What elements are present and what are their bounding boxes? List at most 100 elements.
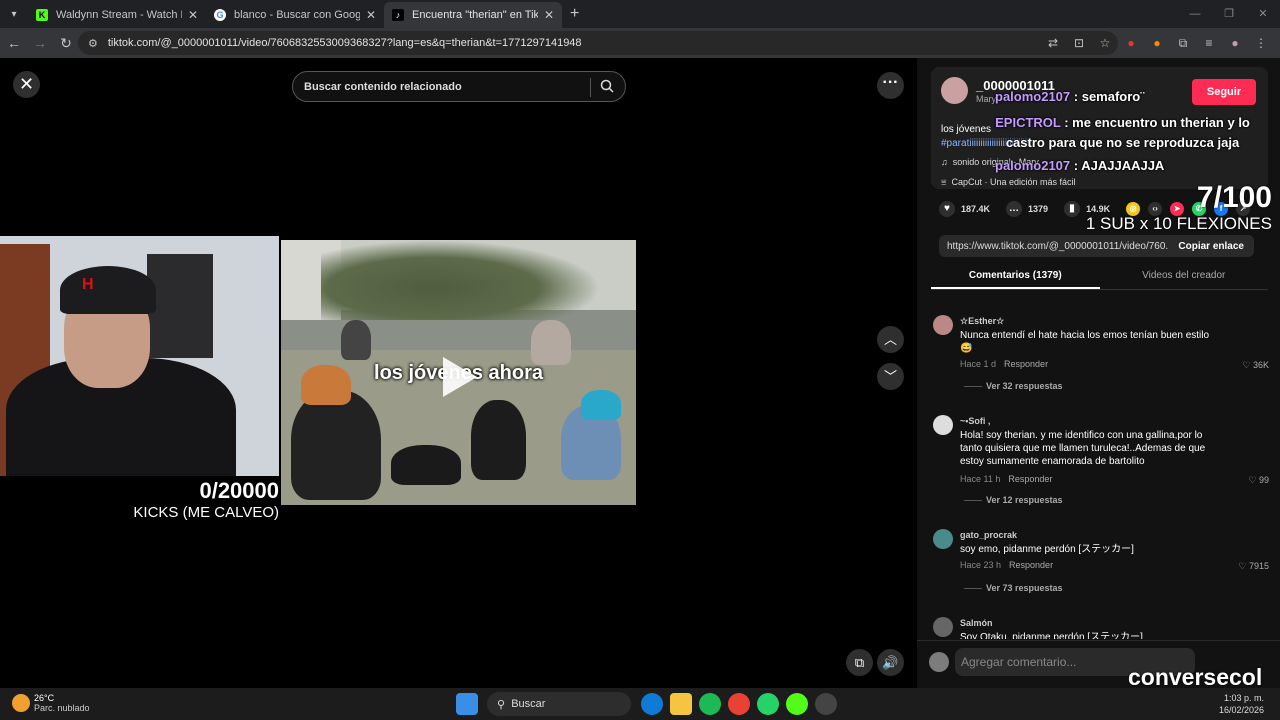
comment-like-count: 7915	[1248, 561, 1269, 571]
capcut-label: CapCut · Una edición más fácil	[951, 177, 1076, 187]
file-explorer-icon[interactable]	[669, 693, 692, 715]
reply-button[interactable]: Responder	[1004, 359, 1048, 369]
search-icon: ⚲	[497, 698, 506, 711]
tab-google[interactable]: G blanco - Buscar con Google ✕	[206, 2, 384, 28]
weather-widget[interactable]: 26°C Parc. nublado	[12, 693, 90, 713]
chat-message: EPICTROL : me encuentro un therian y lo …	[990, 113, 1255, 153]
chrome-icon[interactable]	[727, 693, 750, 715]
description-text: los jóvenes	[941, 124, 992, 135]
comment-text: soy emo, pidanme perdón [ステッカー]	[960, 544, 1134, 555]
comment-avatar[interactable]	[933, 529, 953, 549]
divider	[590, 78, 591, 97]
close-tab-icon[interactable]: ✕	[366, 8, 376, 22]
tab-tiktok[interactable]: ♪ Encuentra "therian" en TikTok | T ✕	[384, 2, 562, 28]
video-link: https://www.tiktok.com/@_0000001011/vide…	[947, 240, 1169, 252]
sub-goal-counter: 7/100 1 SUB x 10 FLEXIONES	[1062, 182, 1272, 234]
new-tab-button[interactable]: +	[570, 5, 579, 23]
reply-button[interactable]: Responder	[1008, 474, 1052, 484]
forward-icon[interactable]: →	[28, 35, 52, 51]
miniplayer-icon[interactable]: ⧉	[846, 649, 873, 676]
like-button[interactable]: ♥ 187.4K	[939, 201, 990, 217]
comment-like-count: 99	[1258, 475, 1269, 485]
comment-user[interactable]: gato_procrak	[960, 530, 1017, 540]
close-tab-icon[interactable]: ✕	[544, 8, 554, 22]
tab-title: Encuentra "therian" en TikTok | T	[412, 9, 538, 21]
video-person	[471, 400, 526, 480]
capcut-icon: ⩸	[941, 177, 947, 187]
like-count: 187.4K	[961, 204, 991, 214]
copy-link-bar: https://www.tiktok.com/@_0000001011/vide…	[939, 235, 1254, 257]
comment-user[interactable]: ☆Esther☆	[960, 316, 1004, 327]
edge-icon[interactable]	[640, 693, 663, 715]
panel-tabs: Comentarios (1379) Videos del creador	[931, 264, 1268, 290]
comment-like-button[interactable]: ♡ 36K	[1242, 360, 1269, 371]
install-icon[interactable]: ⊡	[1066, 36, 1092, 50]
comment-count: 1379	[1028, 204, 1049, 214]
comment-like-button[interactable]: ♡ 99	[1248, 475, 1269, 486]
comment-avatar[interactable]	[933, 617, 953, 637]
previous-video-button[interactable]: ︿	[877, 326, 904, 353]
video-person	[581, 390, 621, 420]
chat-user: palomo2107	[995, 158, 1071, 173]
related-search-input[interactable]: Buscar contenido relacionado	[292, 71, 626, 102]
comment-user[interactable]: Salmón	[960, 618, 993, 628]
site-info-icon[interactable]: ⚙	[88, 37, 98, 50]
goal-label: 1 SUB x 10 FLEXIONES	[1085, 214, 1272, 233]
taskbar-search[interactable]: ⚲ Buscar	[487, 692, 631, 716]
minimize-icon[interactable]: —	[1178, 0, 1212, 28]
tab-comments[interactable]: Comentarios (1379)	[931, 264, 1100, 289]
comment-avatar[interactable]	[933, 415, 953, 435]
extensions-puzzle-icon[interactable]: ⧉	[1170, 36, 1196, 51]
obs-icon[interactable]	[814, 693, 837, 715]
system-clock[interactable]: 1:03 p. m. 16/02/2026	[1219, 692, 1264, 716]
view-replies-button[interactable]: Ver 32 respuestas	[964, 381, 1063, 391]
video-person	[291, 390, 381, 500]
kicks-counter: 0/20000 KICKS (ME CALVEO)	[0, 478, 279, 521]
copy-link-button[interactable]: Copiar enlace	[1168, 241, 1254, 252]
extension-red-icon[interactable]: ●	[1118, 36, 1144, 50]
author-avatar[interactable]	[941, 77, 968, 104]
video-frame[interactable]: los jóvenes ahora	[281, 240, 636, 505]
address-bar[interactable]: ⚙ tiktok.com/@_0000001011/video/76068325…	[78, 31, 1118, 55]
tab-search-button[interactable]: ▾	[0, 0, 28, 28]
whatsapp-icon[interactable]	[756, 693, 779, 715]
close-tab-icon[interactable]: ✕	[188, 8, 198, 22]
search-icon[interactable]	[600, 79, 614, 93]
close-window-icon[interactable]: ✕	[1246, 0, 1280, 28]
kick-app-icon[interactable]	[785, 693, 808, 715]
kicks-count: 0/20000	[199, 478, 279, 503]
webcam-person-cap: H	[60, 266, 156, 314]
reload-icon[interactable]: ↻	[54, 35, 78, 52]
profile-avatar[interactable]: ●	[1222, 36, 1248, 50]
author-nickname: Mary	[976, 94, 996, 104]
comment-avatar[interactable]	[933, 315, 953, 335]
kebab-menu-icon[interactable]: ⋮	[1248, 36, 1274, 50]
comment-button[interactable]: … 1379	[1006, 201, 1048, 217]
start-icon[interactable]	[455, 693, 478, 715]
view-replies-button[interactable]: Ver 73 respuestas	[964, 583, 1063, 593]
follow-button[interactable]: Seguir	[1192, 79, 1256, 105]
reply-button[interactable]: Responder	[1009, 560, 1053, 570]
spotify-icon[interactable]	[698, 693, 721, 715]
translate-icon[interactable]: ⇄	[1040, 36, 1066, 50]
video-trees	[321, 240, 601, 320]
tab-creator-videos[interactable]: Videos del creador	[1100, 264, 1269, 289]
close-video-button[interactable]: ✕	[13, 71, 40, 98]
chat-user: EPICTROL	[995, 115, 1061, 130]
capcut-row[interactable]: ⩸ CapCut · Una edición más fácil	[941, 177, 1076, 188]
next-video-button[interactable]: ﹀	[877, 363, 904, 390]
comment-like-button[interactable]: ♡ 7915	[1238, 561, 1269, 572]
extension-orange-icon[interactable]: ●	[1144, 36, 1170, 50]
media-control-icon[interactable]: ≡	[1196, 36, 1222, 50]
play-icon[interactable]	[443, 357, 477, 397]
tab-kick[interactable]: K Waldynn Stream - Watch Live o ✕	[28, 2, 206, 28]
more-options-button[interactable]: ···	[877, 72, 904, 99]
view-replies-button[interactable]: Ver 12 respuestas	[964, 495, 1063, 505]
restore-icon[interactable]: ❐	[1212, 0, 1246, 28]
comment-user[interactable]: ~•Sofi ,	[960, 416, 990, 426]
bookmark-star-icon[interactable]: ☆	[1092, 36, 1118, 50]
chat-message: palomo2107 : AJAJJAAJJA	[995, 158, 1164, 173]
volume-icon[interactable]: 🔊	[877, 649, 904, 676]
comment-item: gato_procrak soy emo, pidanme perdón [ステ…	[931, 529, 1271, 599]
back-icon[interactable]: ←	[2, 35, 26, 51]
